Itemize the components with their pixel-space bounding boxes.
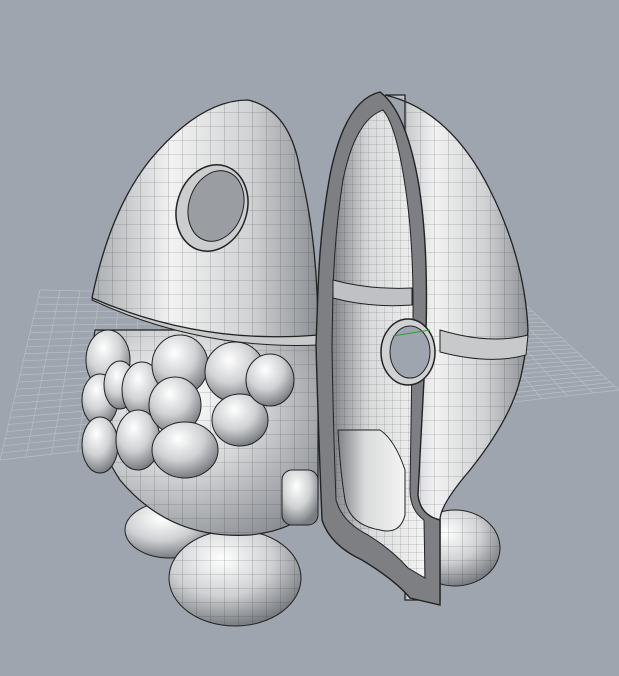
- 3d-viewport[interactable]: [0, 0, 619, 676]
- viewport-canvas[interactable]: [0, 0, 619, 676]
- grid-line: [519, 299, 619, 391]
- grid-line: [0, 289, 41, 461]
- grid-line: [25, 290, 61, 458]
- model-left-half[interactable]: [81, 99, 319, 627]
- left-leg: [281, 469, 319, 526]
- model-right-half[interactable]: [315, 91, 529, 606]
- grid-line: [51, 290, 81, 455]
- left-foot-wire: [169, 530, 301, 626]
